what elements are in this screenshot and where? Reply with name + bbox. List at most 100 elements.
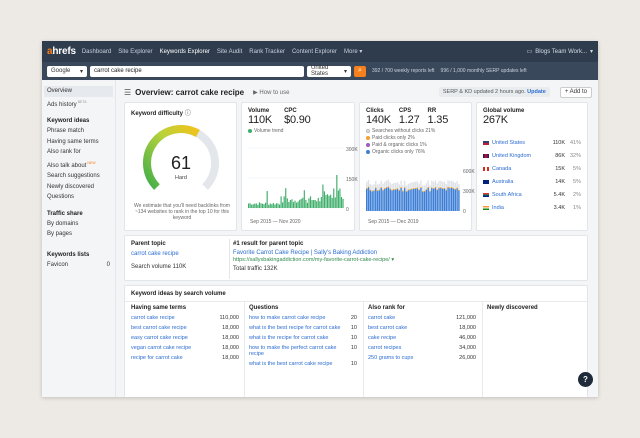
volume-bar: [269, 203, 271, 208]
nav-rank-tracker[interactable]: Rank Tracker: [249, 49, 285, 55]
flag-icon: [483, 205, 489, 210]
sidebar-item-search-suggestions[interactable]: Search suggestions: [47, 171, 110, 182]
add-to-button[interactable]: + Add to: [559, 86, 592, 98]
sidebar-item-also-talk-about[interactable]: Also talk aboutNEW: [47, 158, 110, 172]
sidebar-item-newly-discovered[interactable]: Newly discovered: [47, 182, 110, 193]
keyword-link[interactable]: what is the best carrot cake recipe: [249, 359, 351, 369]
top-result-link[interactable]: Favorite Carrot Cake Recipe | Sally's Ba…: [233, 250, 573, 256]
keyword-link[interactable]: cake recipe: [368, 333, 443, 343]
keyword-link[interactable]: best carrot cake recipe: [131, 323, 213, 333]
nav-dashboard[interactable]: Dashboard: [82, 49, 111, 55]
nav-content-explorer[interactable]: Content Explorer: [292, 49, 337, 55]
keyword-link[interactable]: carrot cake: [368, 313, 443, 323]
sidebar-item-having-same-terms[interactable]: Having same terms: [47, 137, 110, 148]
divider: [244, 301, 245, 397]
keyword-link[interactable]: carrot cake recipe: [131, 313, 213, 323]
clicks-bar-segment: [380, 180, 382, 188]
country-name[interactable]: Canada: [492, 166, 547, 172]
clicks-bar-segment: [403, 187, 406, 189]
clicks-bar-segment: [416, 187, 419, 189]
volume-bar: [289, 199, 291, 208]
clicks-bar-segment: [456, 188, 458, 211]
info-icon[interactable]: ⓘ: [185, 111, 191, 117]
clicks-bar-segment: [432, 187, 435, 189]
account-menu[interactable]: ▭ Blogs Team Work... ▾: [527, 48, 593, 56]
country-name[interactable]: United States: [492, 140, 547, 146]
update-button[interactable]: Update: [527, 89, 546, 95]
sidebar-item-ads-history[interactable]: Ads historyBETA: [47, 97, 110, 111]
keyword-volume: 34,000: [459, 345, 476, 351]
country-name[interactable]: South Africa: [492, 192, 547, 198]
clicks-bar-segment: [385, 186, 388, 188]
volume-bar: [328, 195, 330, 208]
col-title: Also rank for: [368, 305, 406, 311]
clicks-bar-segment: [413, 189, 415, 211]
volume-bar: [291, 199, 293, 208]
keyword-input[interactable]: carrot cake recipe: [90, 65, 304, 77]
keyword-link[interactable]: 250 grams to cups: [368, 353, 443, 363]
clicks-bar-segment: [449, 188, 451, 211]
country-select[interactable]: United States ▾: [307, 65, 351, 77]
sidebar-item-by-domains[interactable]: By domains: [47, 219, 110, 230]
clk-ymin: 0: [463, 209, 466, 215]
sidebar-item-questions[interactable]: Questions: [47, 192, 110, 203]
clicks-bar-segment: [369, 189, 372, 191]
sidebar-item-favicon[interactable]: Favicon 0: [47, 260, 110, 271]
keyword-link[interactable]: how to make the perfect carrot cake reci…: [249, 343, 351, 359]
country-name[interactable]: United Kingdom: [492, 153, 547, 159]
clicks-bar-segment: [384, 188, 386, 189]
nav-keywords-explorer[interactable]: Keywords Explorer: [160, 49, 210, 55]
volume-bar: [258, 202, 260, 208]
clicks-bar-segment: [407, 183, 410, 190]
legend-item: Paid clicks only 2%: [366, 135, 465, 142]
nav-site-explorer[interactable]: Site Explorer: [118, 49, 152, 55]
clicks-bar-segment: [391, 183, 393, 190]
volume-bar: [260, 203, 262, 208]
clicks-bar-segment: [394, 189, 397, 211]
help-button[interactable]: ?: [578, 372, 593, 387]
keyword-volume: 26,000: [459, 355, 476, 361]
col-title: Having same terms: [131, 305, 187, 311]
parent-topic-link[interactable]: carrot cake recipe: [131, 251, 226, 257]
clicks-bar-segment: [445, 183, 447, 190]
keyword-link[interactable]: how to make carrot cake recipe: [249, 313, 351, 323]
country-name[interactable]: Australia: [492, 179, 547, 185]
search-button[interactable]: ⌕: [354, 65, 366, 77]
top-result-url[interactable]: https://sallysbakingaddiction.com/my-fav…: [233, 257, 573, 263]
table-row: recipe for carrot cake 18,000: [131, 353, 239, 363]
table-row: carrot cake recipe 110,000: [131, 313, 239, 323]
keyword-link[interactable]: what is the recipe for carrot cake: [249, 333, 351, 343]
keyword-link[interactable]: recipe for carrot cake: [131, 353, 213, 363]
engine-select[interactable]: Google ▾: [47, 65, 87, 77]
keyword-link[interactable]: easy carrot cake recipe: [131, 333, 213, 343]
menu-icon[interactable]: ☰: [124, 88, 131, 97]
flag-icon: [483, 192, 489, 197]
nav-site-audit[interactable]: Site Audit: [217, 49, 242, 55]
nav-more[interactable]: More ▾: [344, 48, 362, 55]
kd-value: 61: [171, 153, 191, 173]
ideas-col-questions: Questions how to make carrot cake recipe…: [249, 305, 357, 369]
sidebar-item-by-pages[interactable]: By pages: [47, 229, 110, 240]
keyword-link[interactable]: vegan carrot cake recipe: [131, 343, 213, 353]
vol-x-range: Sep 2015 — Nov 2020: [250, 219, 301, 225]
how-to-use-link[interactable]: ▶ How to use: [253, 89, 289, 96]
global-volume-card: Global volume 267K United States 110K 41% U…: [476, 102, 588, 231]
ahrefs-logo[interactable]: ahrefs: [47, 46, 76, 57]
country-share: 2%: [573, 191, 581, 198]
volume-bar: [294, 200, 296, 208]
keyword-link[interactable]: carrot recipes: [368, 343, 443, 353]
keyword-link[interactable]: what is the best recipe for carrot cake: [249, 323, 351, 333]
ideas-col-same-terms: Having same terms carrot cake recipe 110,…: [131, 305, 239, 363]
clicks-bar-segment: [366, 187, 368, 189]
clicks-bar-segment: [449, 187, 451, 189]
volume-bar: [316, 201, 318, 208]
sidebar-item-phrase-match[interactable]: Phrase match: [47, 126, 110, 137]
keyword-link[interactable]: best carrot cake: [368, 323, 443, 333]
sidebar-item-overview[interactable]: Overview: [44, 86, 113, 97]
clicks-bar-segment: [385, 187, 388, 211]
volume-trend-chart: [248, 147, 344, 209]
clicks-bar-segment: [431, 187, 433, 189]
clicks-bar-segment: [434, 180, 437, 187]
country-name[interactable]: India: [492, 205, 547, 211]
sidebar-item-also-rank-for[interactable]: Also rank for: [47, 147, 110, 158]
